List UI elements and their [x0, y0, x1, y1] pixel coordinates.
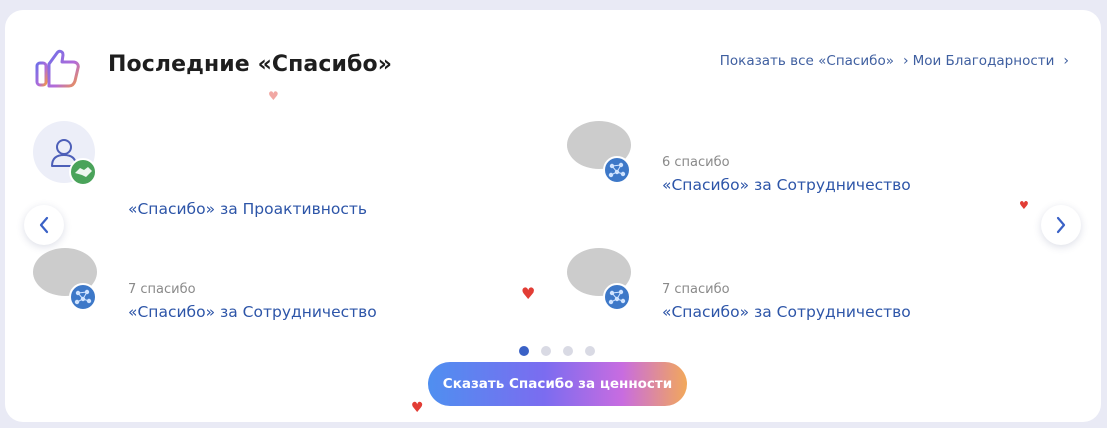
handshake-badge-icon: [69, 158, 97, 186]
thumbs-up-icon: [35, 49, 80, 88]
thanks-reason-link[interactable]: «Спасибо» за Проактивность: [128, 200, 367, 218]
header-links: Показать все «Спасибо» › Мои Благодарнос…: [720, 53, 1069, 69]
show-all-thanks-link[interactable]: Показать все «Спасибо»: [720, 53, 894, 69]
pagination-dot[interactable]: [541, 346, 551, 356]
heart-icon: ♥: [521, 284, 536, 303]
heart-icon: ♥: [1019, 199, 1029, 212]
carousel-next-button[interactable]: [1041, 205, 1081, 245]
heart-icon: ♥: [411, 400, 424, 416]
section-title: Последние «Спасибо»: [108, 52, 393, 77]
thanks-count: 7 спасибо: [128, 282, 196, 297]
pagination-dot[interactable]: [585, 346, 595, 356]
network-badge-icon: [603, 283, 631, 311]
chevron-right-icon[interactable]: ›: [1063, 53, 1069, 69]
chevron-left-icon: [39, 216, 49, 234]
thanks-reason-link[interactable]: «Спасибо» за Сотрудничество: [662, 176, 911, 194]
carousel-prev-button[interactable]: [24, 205, 64, 245]
chevron-right-icon: [1056, 216, 1066, 234]
recent-thanks-card: Последние «Спасибо» Показать все «Спасиб…: [5, 10, 1101, 422]
thanks-reason-link[interactable]: «Спасибо» за Сотрудничество: [128, 303, 377, 321]
pagination-dot[interactable]: [563, 346, 573, 356]
thanks-count: 7 спасибо: [662, 282, 730, 297]
carousel-pagination: [519, 346, 595, 356]
network-badge-icon: [69, 283, 97, 311]
thanks-count: 6 спасибо: [662, 155, 730, 170]
network-badge-icon: [603, 156, 631, 184]
heart-icon: ♥: [268, 89, 279, 103]
chevron-right-icon: ›: [902, 53, 909, 69]
thanks-reason-link[interactable]: «Спасибо» за Сотрудничество: [662, 303, 911, 321]
my-thanks-link[interactable]: Мои Благодарности: [913, 53, 1055, 69]
say-thanks-button[interactable]: Сказать Спасибо за ценности: [428, 362, 687, 406]
pagination-dot[interactable]: [519, 346, 529, 356]
